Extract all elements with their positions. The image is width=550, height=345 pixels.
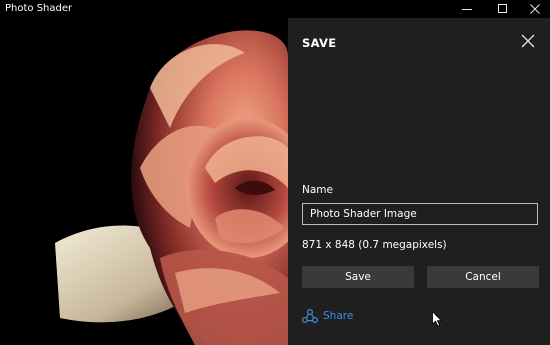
- pane-title: SAVE: [302, 36, 337, 50]
- save-button[interactable]: Save: [302, 266, 414, 288]
- minimize-icon: [462, 9, 472, 10]
- rose-image: [0, 18, 288, 345]
- name-input[interactable]: [302, 203, 538, 225]
- window-close-button[interactable]: [518, 0, 550, 18]
- close-icon: [521, 34, 535, 48]
- maximize-button[interactable]: [486, 0, 520, 18]
- minimize-button[interactable]: [450, 0, 484, 18]
- name-label: Name: [302, 184, 333, 196]
- maximize-icon: [498, 4, 507, 13]
- image-dimensions: 871 x 848 (0.7 megapixels): [302, 239, 447, 251]
- photo-preview: [0, 18, 288, 345]
- close-icon: [530, 4, 540, 14]
- app-title: Photo Shader: [5, 3, 73, 14]
- cancel-button[interactable]: Cancel: [427, 266, 539, 288]
- app-window: Photo Shader SAVE Name Photo Shader Imag…: [0, 0, 550, 345]
- mouse-pointer-icon: [432, 311, 442, 327]
- title-bar: Photo Shader: [0, 0, 550, 18]
- share-label: Share: [323, 310, 354, 322]
- share-link[interactable]: Share: [302, 307, 353, 325]
- save-pane: SAVE Name 871 x 848 (0.7 megapixels) Sav…: [288, 18, 550, 345]
- share-icon: [302, 308, 318, 323]
- close-pane-button[interactable]: [519, 32, 537, 50]
